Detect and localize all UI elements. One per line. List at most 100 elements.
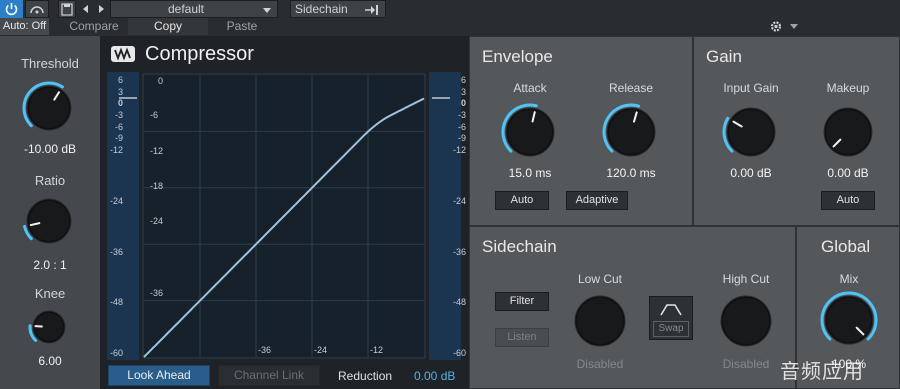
ratio-label: Ratio (34, 173, 66, 188)
next-preset-button[interactable] (94, 0, 108, 18)
release-label: Release (608, 81, 654, 95)
scale-tick-label: -12 (109, 145, 123, 155)
paste-button[interactable]: Paste (210, 18, 274, 35)
scale-tick-label: 3 (460, 86, 466, 97)
dynamics-controls: Threshold -10.00 dB Ratio 2.0 : 1 Knee 6… (0, 36, 100, 389)
input-gain-value: 0.00 dB (730, 166, 772, 180)
scale-tick-label: -36 (452, 246, 466, 257)
sidechain-filter-button[interactable]: Filter (495, 292, 549, 311)
scale-tick-label: 0 (460, 98, 466, 109)
reduction-value: 0.00 dB (414, 369, 456, 383)
sidechain-title: Sidechain (482, 237, 557, 256)
threshold-knob[interactable] (19, 78, 79, 138)
envelope-title: Envelope (482, 47, 553, 66)
knob-face (29, 88, 69, 128)
attack-knob[interactable] (498, 100, 562, 164)
mix-knob[interactable] (817, 288, 881, 352)
sidechain-toggle[interactable]: Sidechain (290, 0, 386, 18)
knob-face (29, 201, 69, 241)
compare-button[interactable]: Compare (62, 18, 126, 35)
makeup-value: 0.00 dB (827, 166, 869, 180)
attack-value: 15.0 ms (508, 166, 552, 180)
high-cut-label: High Cut (722, 272, 770, 286)
graph-y-label: -24 (150, 216, 164, 226)
input-gain-label: Input Gain (723, 81, 779, 95)
knob-face (577, 298, 623, 344)
sidechain-panel: Sidechain Filter Listen Low Cut Disabled… (469, 226, 796, 389)
graph-x-label: -36 (258, 345, 272, 355)
graph-y-label: -12 (150, 146, 164, 156)
back-arrow-icon (83, 5, 88, 13)
scale-tick-label: -24 (452, 195, 466, 206)
forward-arrow-icon (99, 5, 104, 13)
low-cut-knob[interactable] (568, 289, 632, 353)
filter-shape-button[interactable]: Swap (649, 296, 693, 340)
threshold-value: -10.00 dB (23, 142, 77, 156)
knob-face (723, 298, 769, 344)
knob-face (826, 110, 870, 154)
sidechain-label: Sidechain (295, 2, 348, 16)
graph-y-label: 0 (158, 76, 164, 86)
copy-button[interactable]: Copy (128, 18, 208, 35)
scale-tick-label: -3 (114, 110, 123, 120)
scale-tick-label: -36 (109, 246, 123, 257)
low-cut-label: Low Cut (577, 272, 623, 286)
power-button[interactable] (0, 0, 23, 18)
knob-face (508, 110, 552, 154)
swap-button[interactable]: Swap (653, 321, 689, 337)
knob-face (609, 110, 653, 154)
scale-tick-label: -12 (452, 145, 466, 155)
makeup-knob[interactable] (816, 100, 880, 164)
knob-face (729, 110, 773, 154)
scale-tick-label: 3 (117, 86, 123, 97)
scale-tick-label: -48 (109, 297, 123, 308)
channel-link-button[interactable]: Channel Link (218, 365, 320, 386)
scale-tick-label: 6 (460, 75, 466, 85)
knee-label: Knee (34, 286, 66, 301)
envelope-auto-button[interactable]: Auto (495, 191, 549, 210)
gear-icon (770, 21, 798, 32)
scale-tick-label: -60 (452, 348, 466, 358)
graph-y-label: -36 (150, 288, 164, 298)
scale-tick-label: 6 (117, 75, 123, 85)
threshold-label: Threshold (21, 56, 79, 71)
preset-name: default (167, 2, 205, 16)
save-icon (61, 3, 73, 16)
high-cut-value: Disabled (722, 357, 770, 371)
compressor-graph-panel: Compressor 6 3 0 -3 -6 -9 -12 -24 -36 -48 -60 630-… (100, 36, 469, 389)
scale-tick-label: -9 (457, 133, 466, 144)
dropdown-arrow-icon (263, 8, 271, 13)
attack-label: Attack (513, 81, 547, 95)
input-gain-knob[interactable] (719, 100, 783, 164)
makeup-auto-button[interactable]: Auto (821, 191, 875, 210)
scale-tick-label: -48 (452, 297, 466, 308)
previous-preset-button[interactable] (79, 0, 93, 18)
release-value: 120.0 ms (606, 166, 656, 180)
release-knob[interactable] (599, 100, 663, 164)
scale-tick-label: -60 (109, 348, 123, 358)
preset-selector[interactable]: default (110, 0, 278, 18)
low-cut-value: Disabled (576, 357, 624, 371)
adaptive-button[interactable]: Adaptive (566, 191, 628, 210)
graph-x-label: -24 (314, 345, 328, 355)
power-icon (5, 3, 18, 16)
knee-knob[interactable] (26, 304, 72, 350)
knee-value: 6.00 (38, 354, 62, 368)
sidechain-icon (365, 5, 378, 15)
graph-y-label: -6 (150, 110, 159, 120)
look-ahead-button[interactable]: Look Ahead (108, 365, 210, 386)
high-cut-knob[interactable] (714, 289, 778, 353)
scale-tick-label: -3 (457, 110, 466, 120)
envelope-panel: Envelope Attack 15.0 ms Release 120.0 ms… (469, 36, 693, 226)
bandpass-icon (660, 304, 682, 316)
automation-status[interactable]: Auto: Off (0, 18, 49, 35)
mix-label: Mix (839, 272, 859, 286)
save-preset-button[interactable] (58, 0, 76, 18)
graph-y-label: -18 (150, 181, 164, 191)
automation-mode-button[interactable] (25, 0, 49, 18)
settings-button[interactable] (768, 18, 802, 35)
sidechain-listen-button[interactable]: Listen (495, 328, 549, 347)
ratio-knob[interactable] (19, 191, 79, 251)
watermark: 音频应用 (780, 361, 864, 383)
scale-tick-label: -24 (109, 195, 123, 206)
